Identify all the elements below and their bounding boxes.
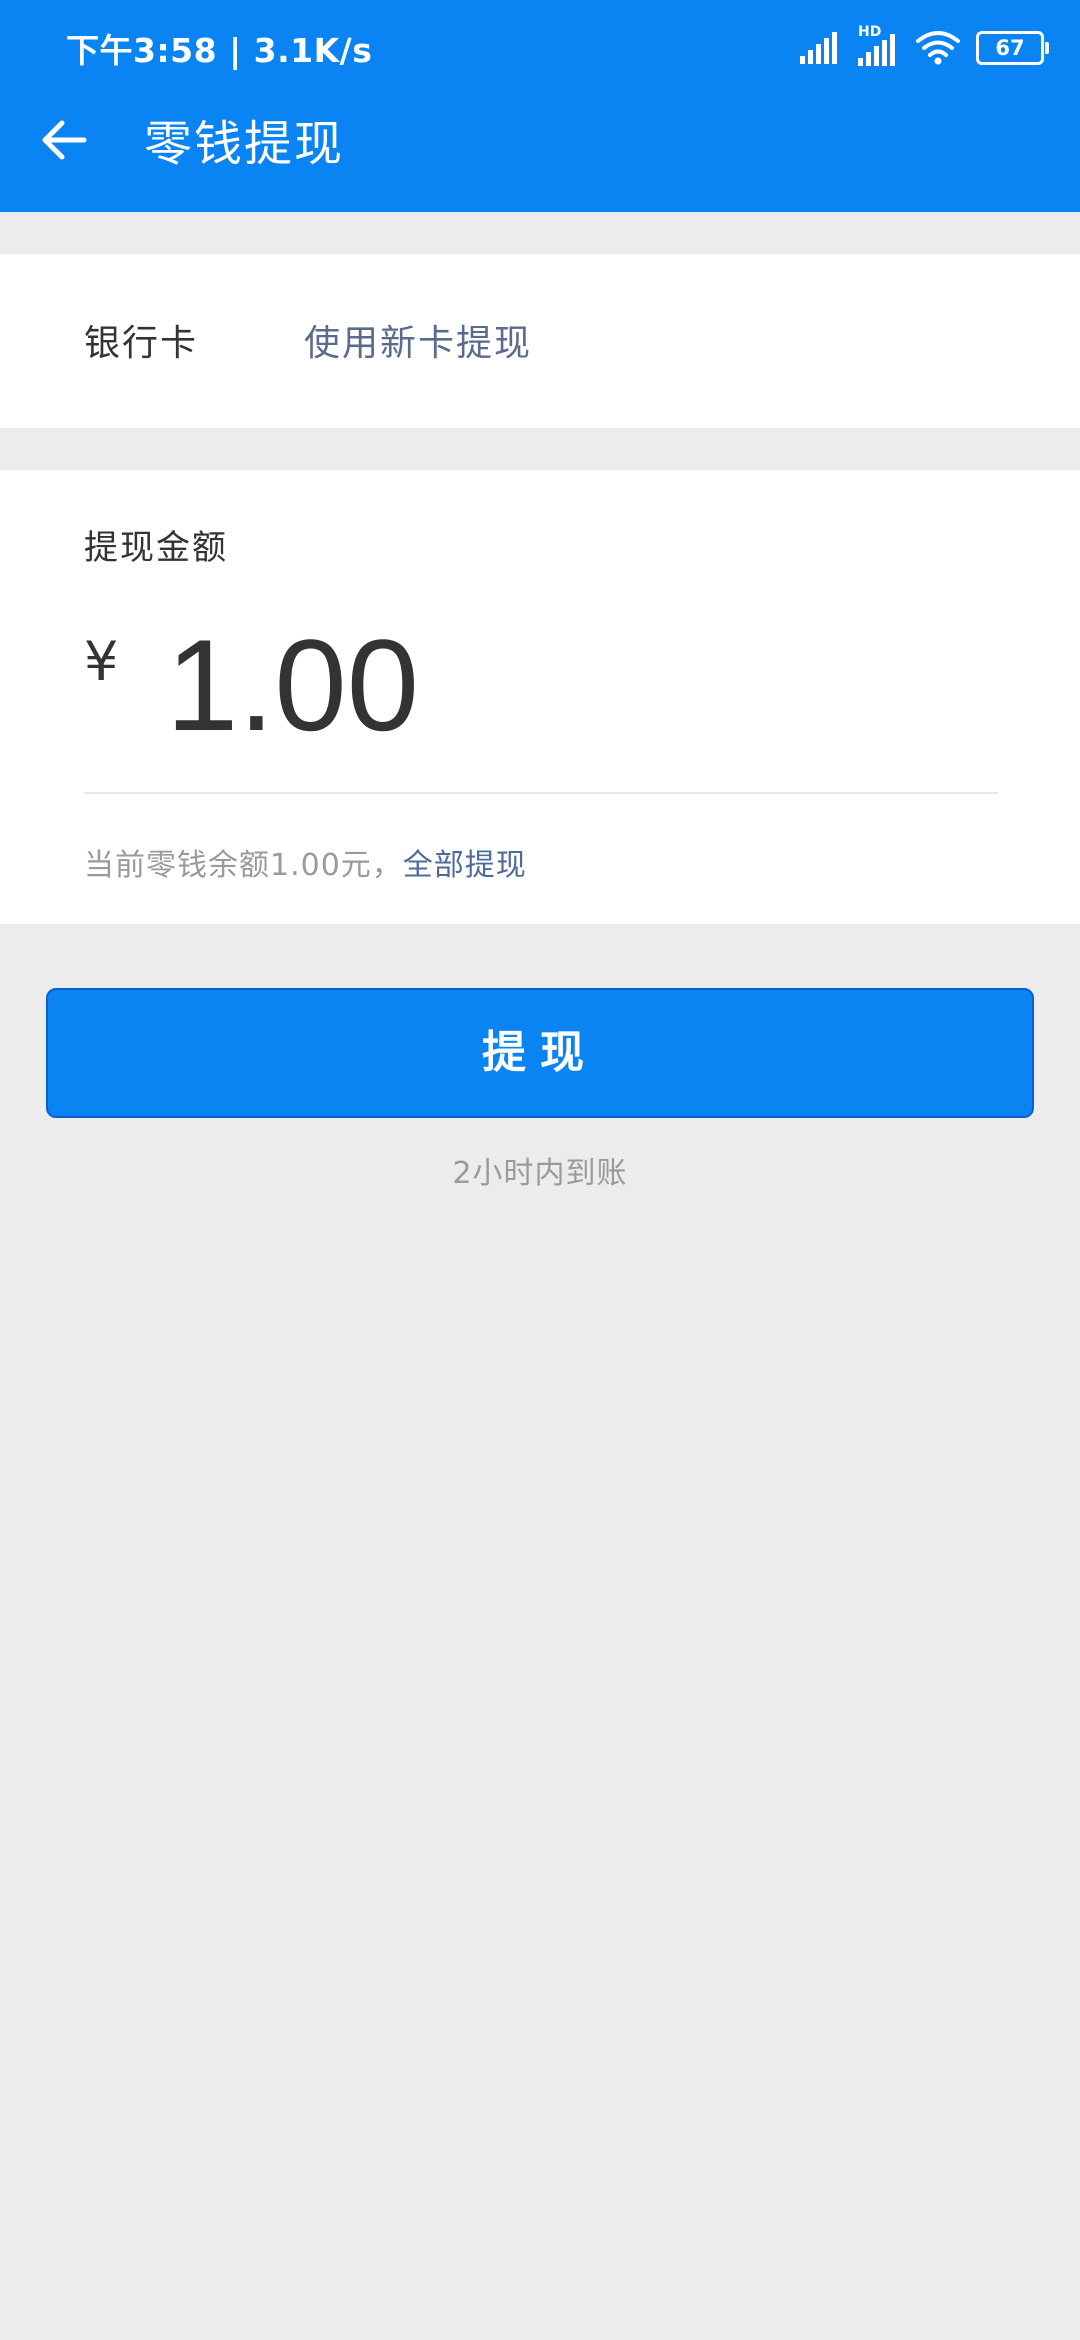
amount-divider [84, 792, 998, 794]
balance-info: 当前零钱余额1.00元，全部提现 [84, 840, 527, 884]
status-icons: HD 67 [800, 24, 1049, 68]
status-time-speed: 下午3:58 | 3.1K/s [66, 31, 373, 70]
bank-card-row[interactable]: 银行卡 使用新卡提现 [0, 254, 1080, 428]
withdraw-button[interactable]: 提现 [46, 988, 1034, 1118]
bank-card-label: 银行卡 [84, 323, 199, 364]
amount-section: 提现金额 ¥ 1.00 当前零钱余额1.00元，全部提现 [0, 470, 1080, 924]
signal-icon [800, 32, 837, 64]
wifi-icon [916, 31, 960, 65]
amount-input[interactable]: 1.00 [166, 610, 419, 760]
battery-icon: 67 [976, 31, 1049, 65]
page-title: 零钱提现 [144, 116, 345, 172]
amount-label: 提现金额 [84, 528, 228, 568]
signal-hd-icon: HD [858, 24, 900, 66]
arrival-note: 2小时内到账 [452, 1156, 628, 1191]
currency-symbol: ¥ [84, 630, 119, 693]
withdraw-all-link[interactable]: 全部提现 [403, 848, 527, 883]
balance-text: 当前零钱余额1.00元， [84, 848, 403, 883]
use-new-card-link[interactable]: 使用新卡提现 [304, 314, 532, 366]
top-bar: 下午3:58 | 3.1K/s HD 67 零钱提现 [0, 0, 1080, 212]
back-arrow-icon[interactable] [36, 112, 92, 168]
